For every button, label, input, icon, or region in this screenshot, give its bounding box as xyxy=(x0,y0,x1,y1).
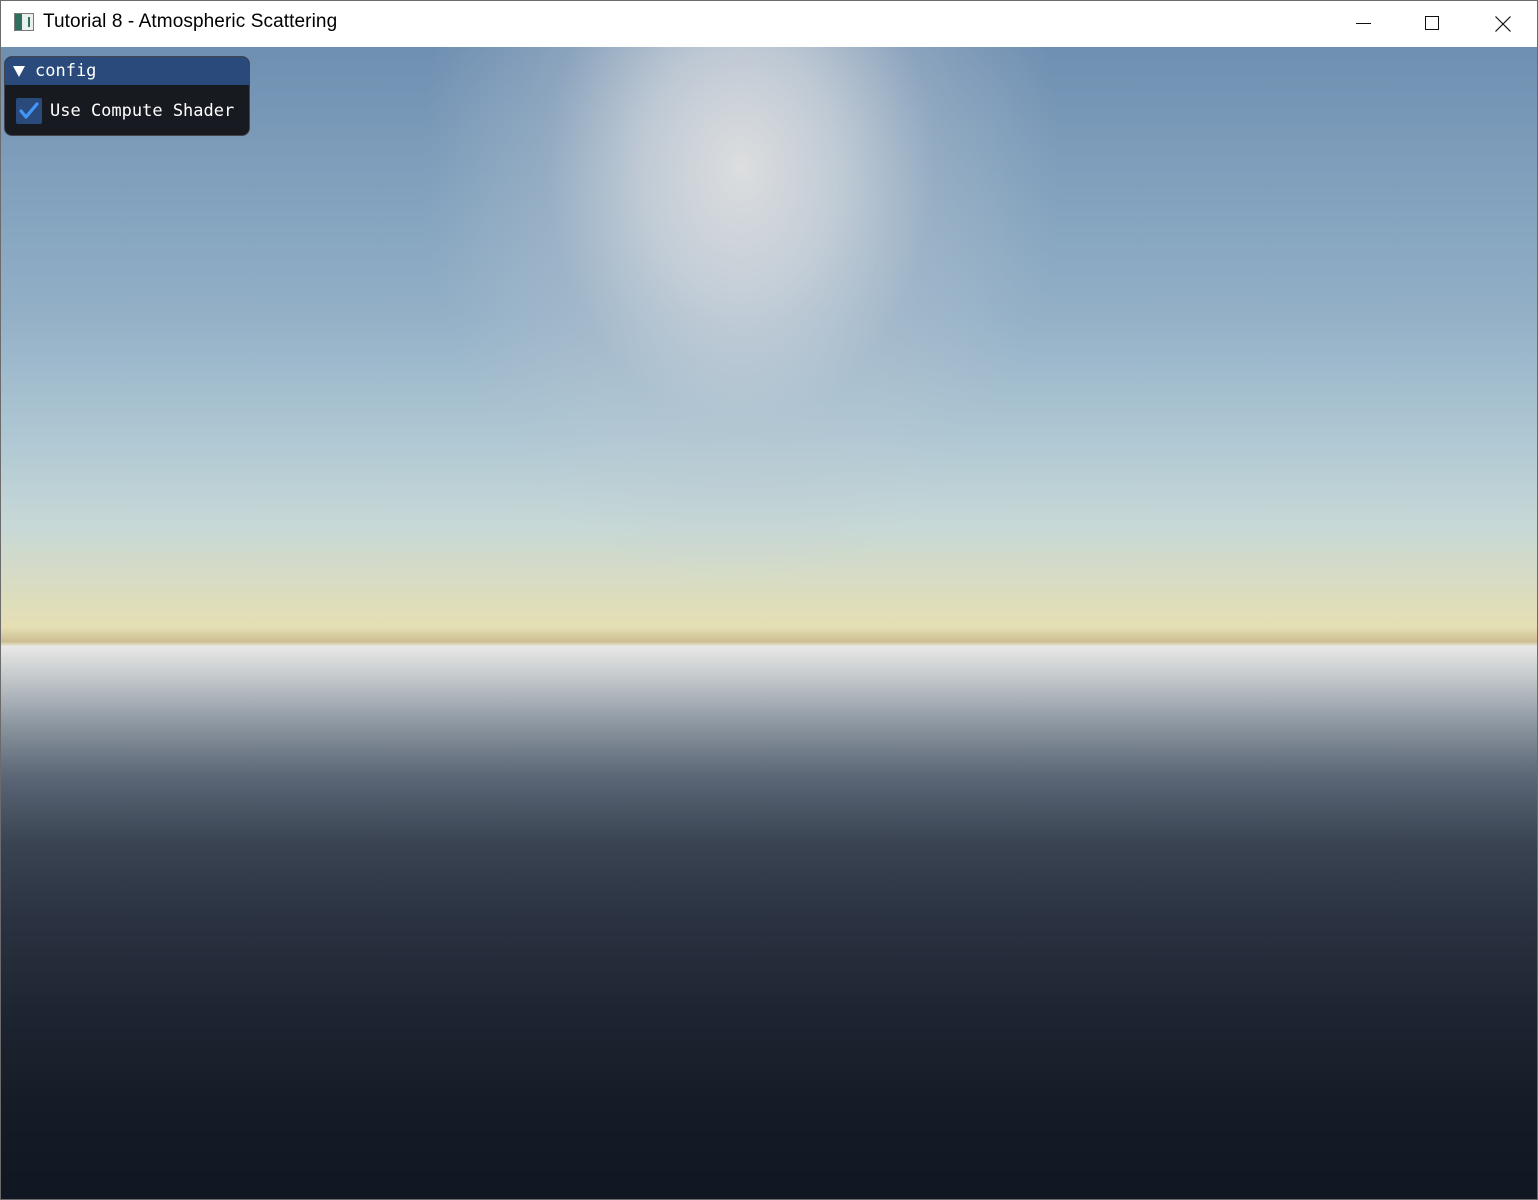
maximize-button[interactable] xyxy=(1398,1,1468,47)
use-compute-shader-checkbox[interactable] xyxy=(16,98,42,124)
config-panel[interactable]: config Use Compute Shader xyxy=(4,56,250,136)
close-icon xyxy=(1495,16,1511,32)
app-window-icon xyxy=(14,13,34,31)
sun-glow xyxy=(1,47,1537,645)
window-title: Tutorial 8 - Atmospheric Scattering xyxy=(43,11,338,32)
maximize-icon xyxy=(1425,16,1439,30)
checkmark-icon xyxy=(19,102,39,119)
minimize-icon xyxy=(1356,23,1371,24)
use-compute-shader-label[interactable]: Use Compute Shader xyxy=(50,101,234,121)
horizon xyxy=(1,642,1537,646)
config-panel-title: config xyxy=(35,61,97,81)
close-button[interactable] xyxy=(1468,1,1538,47)
ground-plane xyxy=(1,645,1537,1199)
config-panel-titlebar[interactable]: config xyxy=(5,57,249,85)
window-titlebar[interactable]: Tutorial 8 - Atmospheric Scattering xyxy=(1,1,1537,47)
minimize-button[interactable] xyxy=(1328,1,1398,47)
render-viewport[interactable]: config Use Compute Shader xyxy=(1,47,1537,1199)
app-window: Tutorial 8 - Atmospheric Scattering conf… xyxy=(0,0,1538,1200)
triangle-down-icon[interactable] xyxy=(13,66,25,77)
